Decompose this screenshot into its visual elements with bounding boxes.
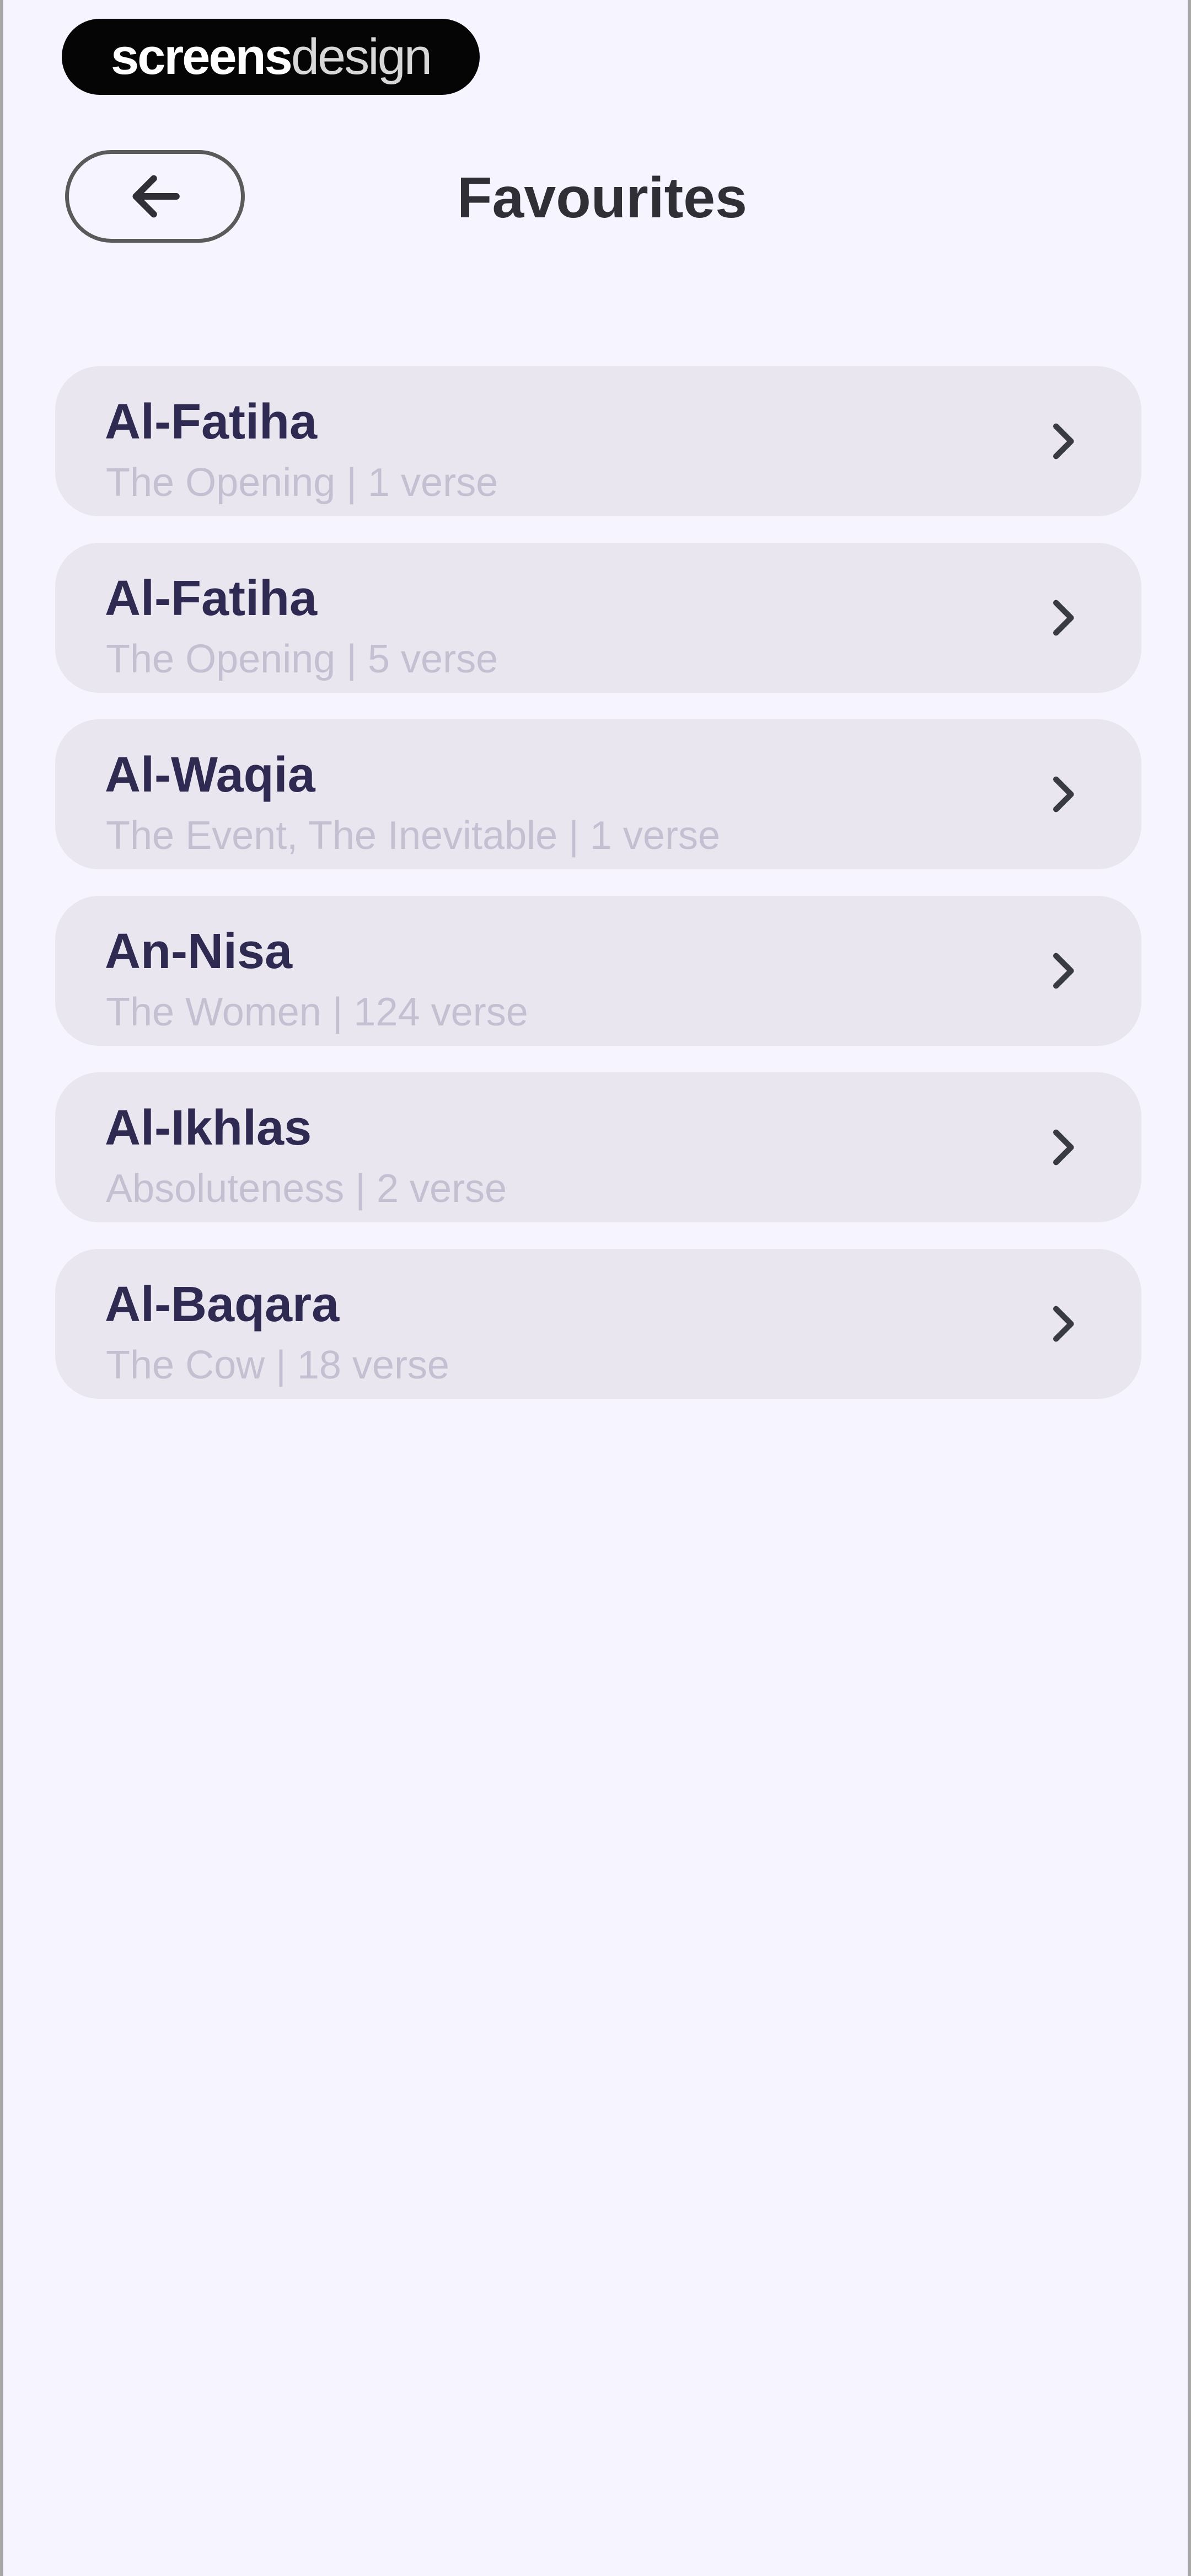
- chevron-right-icon: [1053, 953, 1074, 989]
- chevron-right-icon: [1053, 423, 1074, 459]
- surah-details: Absoluteness | 2 verse: [106, 1167, 507, 1211]
- favourite-item[interactable]: Al-Ikhlas Absoluteness | 2 verse: [55, 1072, 1141, 1222]
- surah-details: The Women | 124 verse: [106, 990, 528, 1034]
- chevron-right-icon: [1053, 776, 1074, 813]
- surah-name: Al-Waqia: [105, 747, 315, 803]
- surah-name: Al-Ikhlas: [105, 1100, 312, 1156]
- favourite-item[interactable]: An-Nisa The Women | 124 verse: [55, 896, 1141, 1046]
- surah-name: Al-Fatiha: [105, 394, 318, 450]
- screensdesign-watermark: screens design: [62, 19, 480, 95]
- favourite-item[interactable]: Al-Waqia The Event, The Inevitable | 1 v…: [55, 719, 1141, 869]
- page-title: Favourites: [457, 166, 747, 230]
- surah-name: Al-Baqara: [105, 1277, 340, 1332]
- surah-name: An-Nisa: [105, 924, 293, 979]
- watermark-bold-text: screens: [111, 28, 293, 85]
- chevron-right-icon: [1053, 1129, 1074, 1166]
- surah-details: The Opening | 1 verse: [106, 461, 498, 505]
- favourite-item[interactable]: Al-Baqara The Cow | 18 verse: [55, 1249, 1141, 1399]
- favourite-item[interactable]: Al-Fatiha The Opening | 5 verse: [55, 543, 1141, 693]
- chevron-right-icon: [1053, 600, 1074, 636]
- chevron-right-icon: [1053, 1306, 1074, 1342]
- surah-details: The Cow | 18 verse: [106, 1343, 449, 1387]
- surah-name: Al-Fatiha: [105, 571, 318, 626]
- surah-details: The Event, The Inevitable | 1 verse: [106, 814, 720, 858]
- favourites-list: Al-Fatiha The Opening | 1 verse Al-Fatih…: [55, 366, 1141, 1425]
- surah-details: The Opening | 5 verse: [106, 637, 498, 681]
- app-screen: screens design Favourites Al-Fatiha The O…: [0, 0, 1191, 2576]
- favourite-item[interactable]: Al-Fatiha The Opening | 1 verse: [55, 366, 1141, 516]
- watermark-light-text: design: [291, 28, 432, 85]
